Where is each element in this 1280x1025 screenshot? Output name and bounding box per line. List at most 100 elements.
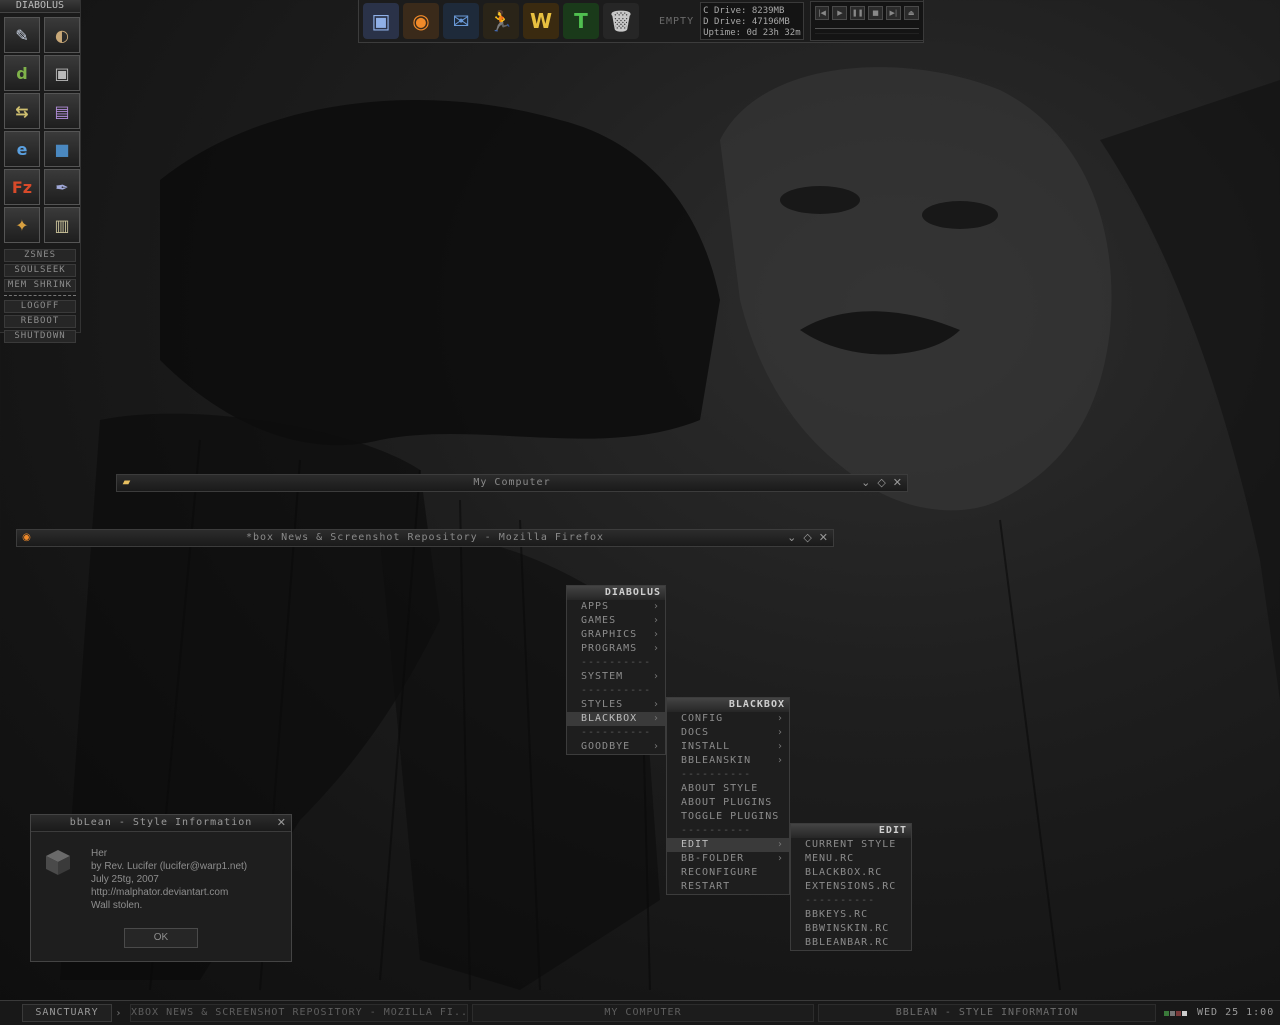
menu-item-reconfigure[interactable]: RECONFIGURE (667, 866, 789, 880)
notepad-icon[interactable]: ▤ (44, 93, 80, 129)
recycle-bin-icon[interactable]: 🗑 (603, 3, 639, 39)
dreamweaver-icon[interactable]: d (4, 55, 40, 91)
previous-button[interactable]: |◀ (814, 6, 830, 20)
pause-button[interactable]: ❚❚ (850, 6, 866, 20)
my-computer-icon[interactable]: ▣ (363, 3, 399, 39)
minimize-button[interactable]: ⌄ (861, 475, 871, 491)
filezilla-icon[interactable]: Fz (4, 169, 40, 205)
pen-tool-icon[interactable]: ✒ (44, 169, 80, 205)
archive-icon[interactable]: ▥ (44, 207, 80, 243)
aim-icon[interactable]: 🏃 (483, 3, 519, 39)
window-title: My Computer (473, 477, 551, 488)
image-editor-icon[interactable]: ■ (44, 131, 80, 167)
workspace-label[interactable]: SANCTUARY (22, 1004, 112, 1022)
thunderbird-icon[interactable]: ✉ (443, 3, 479, 39)
menu-item-bbkeys-rc[interactable]: BBKEYS.RC (791, 908, 911, 922)
tray-icon[interactable] (1164, 1010, 1169, 1016)
menu-item-toggle-plugins[interactable]: TOGGLE PLUGINS (667, 810, 789, 824)
firefox-window-titlebar[interactable]: ◉ *box News & Screenshot Repository - Mo… (16, 529, 834, 547)
taskbar: SANCTUARY › XBOX NEWS & SCREENSHOT REPOS… (0, 1000, 1280, 1025)
next-button[interactable]: ▶| (885, 6, 901, 20)
my-computer-window-titlebar[interactable]: ▰ My Computer ⌄ ◇ ✕ (116, 474, 908, 492)
menu-item-install[interactable]: INSTALL (667, 740, 789, 754)
close-button[interactable]: ✕ (893, 475, 903, 491)
close-button[interactable]: ✕ (277, 815, 287, 831)
menu-title: EDIT (791, 824, 911, 838)
menu-item-bbleanbar-rc[interactable]: BBLEANBAR.RC (791, 936, 911, 950)
taskbar-task[interactable]: MY COMPUTER (472, 1004, 814, 1022)
tray-icon[interactable] (1170, 1010, 1175, 1016)
menu-item-extensions-rc[interactable]: EXTENSIONS.RC (791, 880, 911, 894)
eject-button[interactable]: ⏏ (903, 6, 919, 20)
slit-item-shutdown[interactable]: SHUTDOWN (4, 330, 76, 343)
menu-item-apps[interactable]: APPS (567, 600, 665, 614)
style-info-text: Her by Rev. Lucifer (lucifer@warp1.net) … (91, 847, 247, 912)
dialog-titlebar[interactable]: bbLean - Style Information ✕ (31, 815, 291, 832)
firefox-icon[interactable]: ◉ (403, 3, 439, 39)
slit-item-logoff[interactable]: LOGOFF (4, 300, 76, 313)
menu-item-styles[interactable]: STYLES (567, 698, 665, 712)
stop-button[interactable]: ■ (868, 6, 883, 20)
minimize-button[interactable]: ⌄ (787, 530, 797, 546)
tray-icon[interactable] (1176, 1010, 1181, 1016)
slit-icon-grid: ✎ ◐ d ▣ ⇆ ▤ e ■ Fz ✒ ✦ ▥ (0, 13, 80, 243)
maximize-button[interactable]: ◇ (803, 530, 812, 546)
menu-item-system[interactable]: SYSTEM (567, 670, 665, 684)
ok-button[interactable]: OK (124, 928, 198, 948)
taskbar-task[interactable]: XBOX NEWS & SCREENSHOT REPOSITORY - MOZI… (130, 1004, 468, 1022)
player-seek-bar[interactable] (814, 28, 919, 34)
tray-icon[interactable] (1182, 1010, 1187, 1016)
menu-item-graphics[interactable]: GRAPHICS (567, 628, 665, 642)
slit-item-zsnes[interactable]: ZSNES (4, 249, 76, 262)
menu-item-restart[interactable]: RESTART (667, 880, 789, 894)
world-of-warcraft-icon[interactable]: W (523, 3, 559, 39)
menu-separator: ---------- (581, 727, 652, 738)
quill-icon[interactable]: ✎ (4, 17, 40, 53)
taskbar-task[interactable]: BBLEAN - STYLE INFORMATION (818, 1004, 1156, 1022)
system-monitor: C Drive: 8239MB D Drive: 47196MB Uptime:… (700, 2, 804, 40)
slit-item-soulseek[interactable]: SOULSEEK (4, 264, 76, 277)
slit-item-mem-shrink[interactable]: MEM SHRINK (4, 279, 76, 292)
resize-tool-icon[interactable]: ⇆ (4, 93, 40, 129)
recycle-bin-status: EMPTY (659, 15, 695, 27)
system-tray (1164, 1010, 1187, 1016)
slit-title: DIABOLUS (0, 0, 80, 13)
slit-separator (4, 295, 76, 297)
menu-item-goodbye[interactable]: GOODBYE (567, 740, 665, 754)
menu-item-bb-folder[interactable]: BB-FOLDER (667, 852, 789, 866)
palette-icon[interactable]: ◐ (44, 17, 80, 53)
clock: WED 25 1:00 (1197, 1007, 1275, 1018)
image-viewer-icon[interactable]: ▣ (44, 55, 80, 91)
menu-item-bbwinskin-rc[interactable]: BBWINSKIN.RC (791, 922, 911, 936)
style-date: July 25tg, 2007 (91, 874, 159, 885)
menu-item-about-style[interactable]: ABOUT STYLE (667, 782, 789, 796)
menu-item-programs[interactable]: PROGRAMS (567, 642, 665, 656)
menu-item-games[interactable]: GAMES (567, 614, 665, 628)
menu-item-about-plugins[interactable]: ABOUT PLUGINS (667, 796, 789, 810)
menu-title: BLACKBOX (667, 698, 789, 712)
style-information-dialog: bbLean - Style Information ✕ Her by Rev.… (30, 814, 292, 962)
slit-item-reboot[interactable]: REBOOT (4, 315, 76, 328)
edit-menu: EDIT CURRENT STYLE MENU.RC BLACKBOX.RC EXTE… (790, 823, 912, 951)
menu-item-edit[interactable]: EDIT (667, 838, 789, 852)
folder-icon: ▰ (122, 477, 132, 488)
blackbox-menu: BLACKBOX CONFIGDOCSINSTALLBBLEANSKIN----… (666, 697, 790, 895)
menu-item-docs[interactable]: DOCS (667, 726, 789, 740)
menu-item-blackbox[interactable]: BLACKBOX (567, 712, 665, 726)
test-icon[interactable]: T (563, 3, 599, 39)
menu-separator: ---------- (581, 657, 652, 668)
play-button[interactable]: ▶ (832, 6, 848, 20)
menu-item-config[interactable]: CONFIG (667, 712, 789, 726)
c-drive-label: C Drive: 8239MB (703, 6, 785, 16)
close-button[interactable]: ✕ (819, 530, 829, 546)
menu-item-menu-rc[interactable]: MENU.RC (791, 852, 911, 866)
menu-title: DIABOLUS (567, 586, 665, 600)
next-workspace-button[interactable]: › (112, 1008, 126, 1019)
internet-explorer-icon[interactable]: e (4, 131, 40, 167)
menu-item-current-style[interactable]: CURRENT STYLE (791, 838, 911, 852)
compass-icon[interactable]: ✦ (4, 207, 40, 243)
menu-item-blackbox-rc[interactable]: BLACKBOX.RC (791, 866, 911, 880)
maximize-button[interactable]: ◇ (877, 475, 886, 491)
style-url: http://malphator.deviantart.com (91, 887, 229, 898)
menu-item-bbleanskin[interactable]: BBLEANSKIN (667, 754, 789, 768)
